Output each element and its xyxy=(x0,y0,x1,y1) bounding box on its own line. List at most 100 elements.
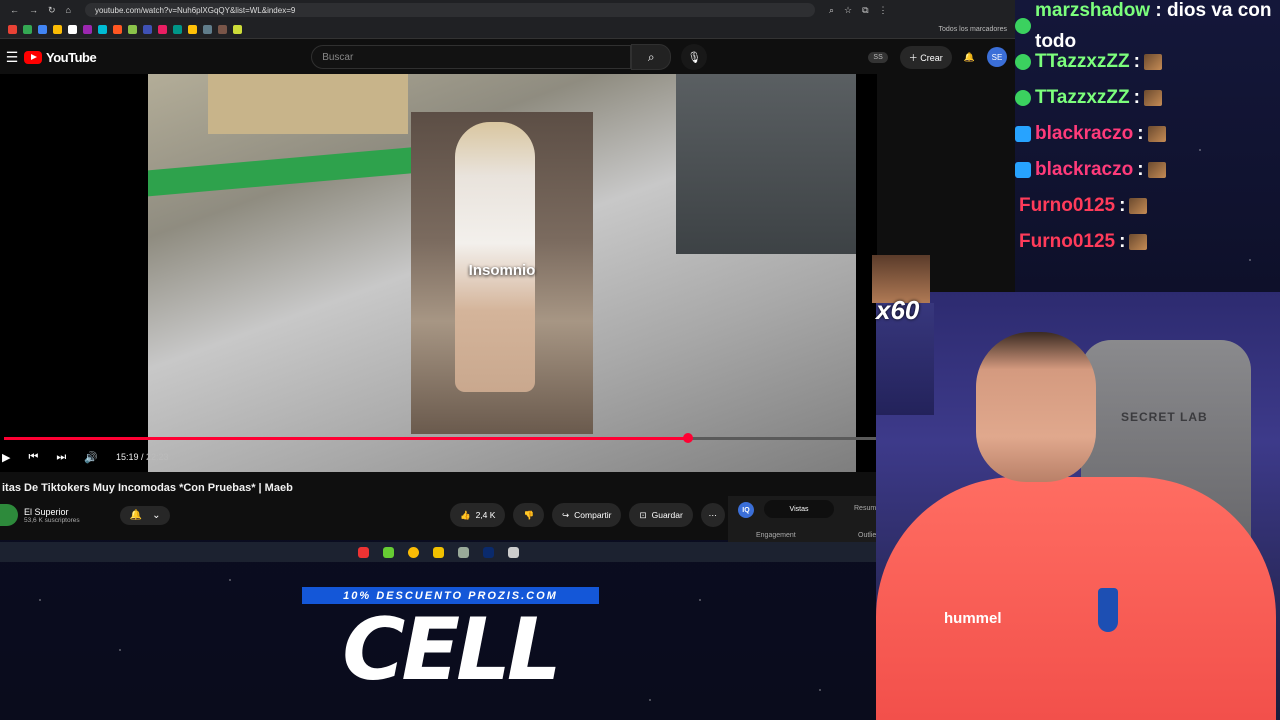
back-icon[interactable]: ← xyxy=(10,5,19,16)
channel-subs: 53,6 K suscriptores xyxy=(24,516,80,524)
search-input[interactable]: Buscar xyxy=(311,45,632,69)
ss-badge[interactable]: SS xyxy=(868,51,888,63)
chat-user: Furno0125 xyxy=(1019,195,1116,216)
outliers-label: Outlie xyxy=(858,532,877,539)
menu-icon[interactable]: ⋮ xyxy=(879,5,888,16)
share-icon: ↪ xyxy=(562,509,570,520)
save-button[interactable]: ⊡ Guardar xyxy=(629,503,693,527)
play-icon[interactable]: ▶ xyxy=(2,451,10,464)
bookmark-icon[interactable] xyxy=(23,24,32,34)
zoom-icon[interactable]: ⌕ xyxy=(829,5,834,16)
bookmark-icon[interactable] xyxy=(173,24,182,34)
app-icon[interactable] xyxy=(358,546,369,558)
youtube-logo-text: YouTube xyxy=(46,49,97,65)
bookmarks-folder[interactable]: Todos los marcadores xyxy=(939,26,1007,33)
reload-icon[interactable]: ↻ xyxy=(48,5,56,16)
chat-badge-icon xyxy=(1015,18,1031,34)
folder-icon[interactable] xyxy=(433,546,444,558)
bookmark-icon[interactable] xyxy=(233,24,242,34)
bookmark-icon[interactable] xyxy=(188,24,197,34)
bookmark-icon[interactable] xyxy=(143,24,152,34)
voice-search-button[interactable]: 🎙 xyxy=(681,44,708,70)
subscription-bell-button[interactable]: 🔔 ⌄ xyxy=(119,505,171,525)
chat-user: TTazzxzZZ xyxy=(1035,87,1130,108)
share-button[interactable]: ↪ Compartir xyxy=(552,503,622,527)
bookmark-icon[interactable] xyxy=(68,24,77,34)
app-icon[interactable] xyxy=(508,546,519,558)
bookmark-icon[interactable] xyxy=(113,24,122,34)
save-label: Guardar xyxy=(651,510,683,520)
forward-icon[interactable]: → xyxy=(29,5,38,16)
search-placeholder: Buscar xyxy=(322,51,354,63)
extensions-icon[interactable]: ⧉ xyxy=(862,5,868,16)
more-icon: ⋯ xyxy=(708,509,718,520)
chat-message: blackraczo : xyxy=(1015,152,1280,188)
time-display: 15:19 / 22:23 xyxy=(115,452,169,462)
volume-icon[interactable]: 🔊 xyxy=(84,451,98,464)
tab-vistas[interactable]: Vistas xyxy=(764,500,834,518)
youtube-header: ☰ YouTube Buscar ⌕ 🎙 SS ＋ Crear 🔔 SE xyxy=(0,39,1015,75)
star-icon[interactable]: ☆ xyxy=(844,5,852,16)
avatar[interactable]: SE xyxy=(987,47,1007,67)
bookmark-icon[interactable] xyxy=(218,24,227,34)
iq-icon[interactable]: IQ xyxy=(738,502,754,518)
next-icon[interactable]: ⏭ xyxy=(56,451,66,464)
address-text: youtube.com/watch?v=Nuh6plXGqQY&list=WL&… xyxy=(94,5,296,15)
bookmark-icon[interactable] xyxy=(83,24,92,34)
dislike-button[interactable]: 👎 xyxy=(513,503,545,527)
bell-icon[interactable]: 🔔 xyxy=(964,52,975,63)
chat-user: marzshadow xyxy=(1035,0,1151,21)
chrome-icon[interactable] xyxy=(408,546,419,558)
chevron-down-icon: ⌄ xyxy=(152,509,161,521)
video-player[interactable]: Insomnio ▶ ⏮ ⏭ 🔊 15:19 / 22:23 xyxy=(0,74,877,472)
previous-icon[interactable]: ⏮ xyxy=(28,451,38,464)
app-icon[interactable] xyxy=(458,546,469,558)
chat-text: : xyxy=(1137,123,1144,144)
youtube-logo[interactable]: YouTube xyxy=(24,49,97,65)
chat-text: : xyxy=(1119,195,1126,216)
chat-message: TTazzxzZZ : xyxy=(1015,80,1280,116)
emote-icon xyxy=(1129,198,1148,214)
bookmarks-bar: Todos los marcadores xyxy=(0,20,1015,39)
stream-chat: marzshadow : dios va con todo TTazzxzZZ … xyxy=(1015,0,1280,260)
search-button[interactable]: ⌕ xyxy=(631,44,672,70)
club-crest-icon xyxy=(1098,588,1118,632)
bookmark-icon[interactable] xyxy=(53,24,62,34)
analytics-panel: IQ Vistas Resum Engagement Outlie xyxy=(728,496,877,542)
chat-text: : xyxy=(1133,51,1140,72)
video-frame: Insomnio xyxy=(148,74,856,472)
microphone-icon: 🎙 xyxy=(687,51,702,64)
channel-avatar[interactable] xyxy=(0,504,18,526)
photoshop-icon[interactable] xyxy=(483,546,494,558)
app-icon[interactable] xyxy=(383,546,394,558)
chair-brand: SECRET LAB xyxy=(1121,410,1208,424)
progress-bar[interactable] xyxy=(4,433,877,443)
address-bar[interactable]: youtube.com/watch?v=Nuh6plXGqQY&list=WL&… xyxy=(84,3,815,17)
chat-message: Furno0125 : xyxy=(1015,224,1280,260)
bookmark-icon[interactable] xyxy=(38,24,47,34)
chat-badge-icon xyxy=(1015,54,1031,70)
bookmark-icon[interactable] xyxy=(158,24,167,34)
bookmark-icon[interactable] xyxy=(98,24,107,34)
home-icon[interactable]: ⌂ xyxy=(66,5,71,16)
bookmark-icon[interactable] xyxy=(8,24,17,34)
bookmark-icon[interactable] xyxy=(128,24,137,34)
channel-name[interactable]: El Superior xyxy=(24,507,80,517)
person-figure xyxy=(455,122,535,392)
create-button[interactable]: ＋ Crear xyxy=(899,45,952,69)
chat-message: Furno0125 : xyxy=(1015,188,1280,224)
emote-icon xyxy=(1129,234,1148,250)
chat-text: : xyxy=(1137,159,1144,180)
emote-icon xyxy=(1147,162,1166,178)
engagement-label: Engagement xyxy=(756,532,796,539)
chat-badge-icon xyxy=(1015,162,1031,178)
video-title: itas De Tiktokers Muy Incomodas *Con Pru… xyxy=(2,482,293,494)
bookmark-icon[interactable] xyxy=(203,24,212,34)
chat-badge-icon xyxy=(1015,126,1031,142)
tab-resum[interactable]: Resum xyxy=(854,505,876,512)
more-actions-button[interactable]: ⋯ xyxy=(700,503,725,527)
menu-icon[interactable]: ☰ xyxy=(0,49,24,66)
current-time: 15:19 xyxy=(115,452,139,462)
like-button[interactable]: 👍 2,4 K xyxy=(450,503,506,527)
duration: 22:23 xyxy=(146,452,169,462)
